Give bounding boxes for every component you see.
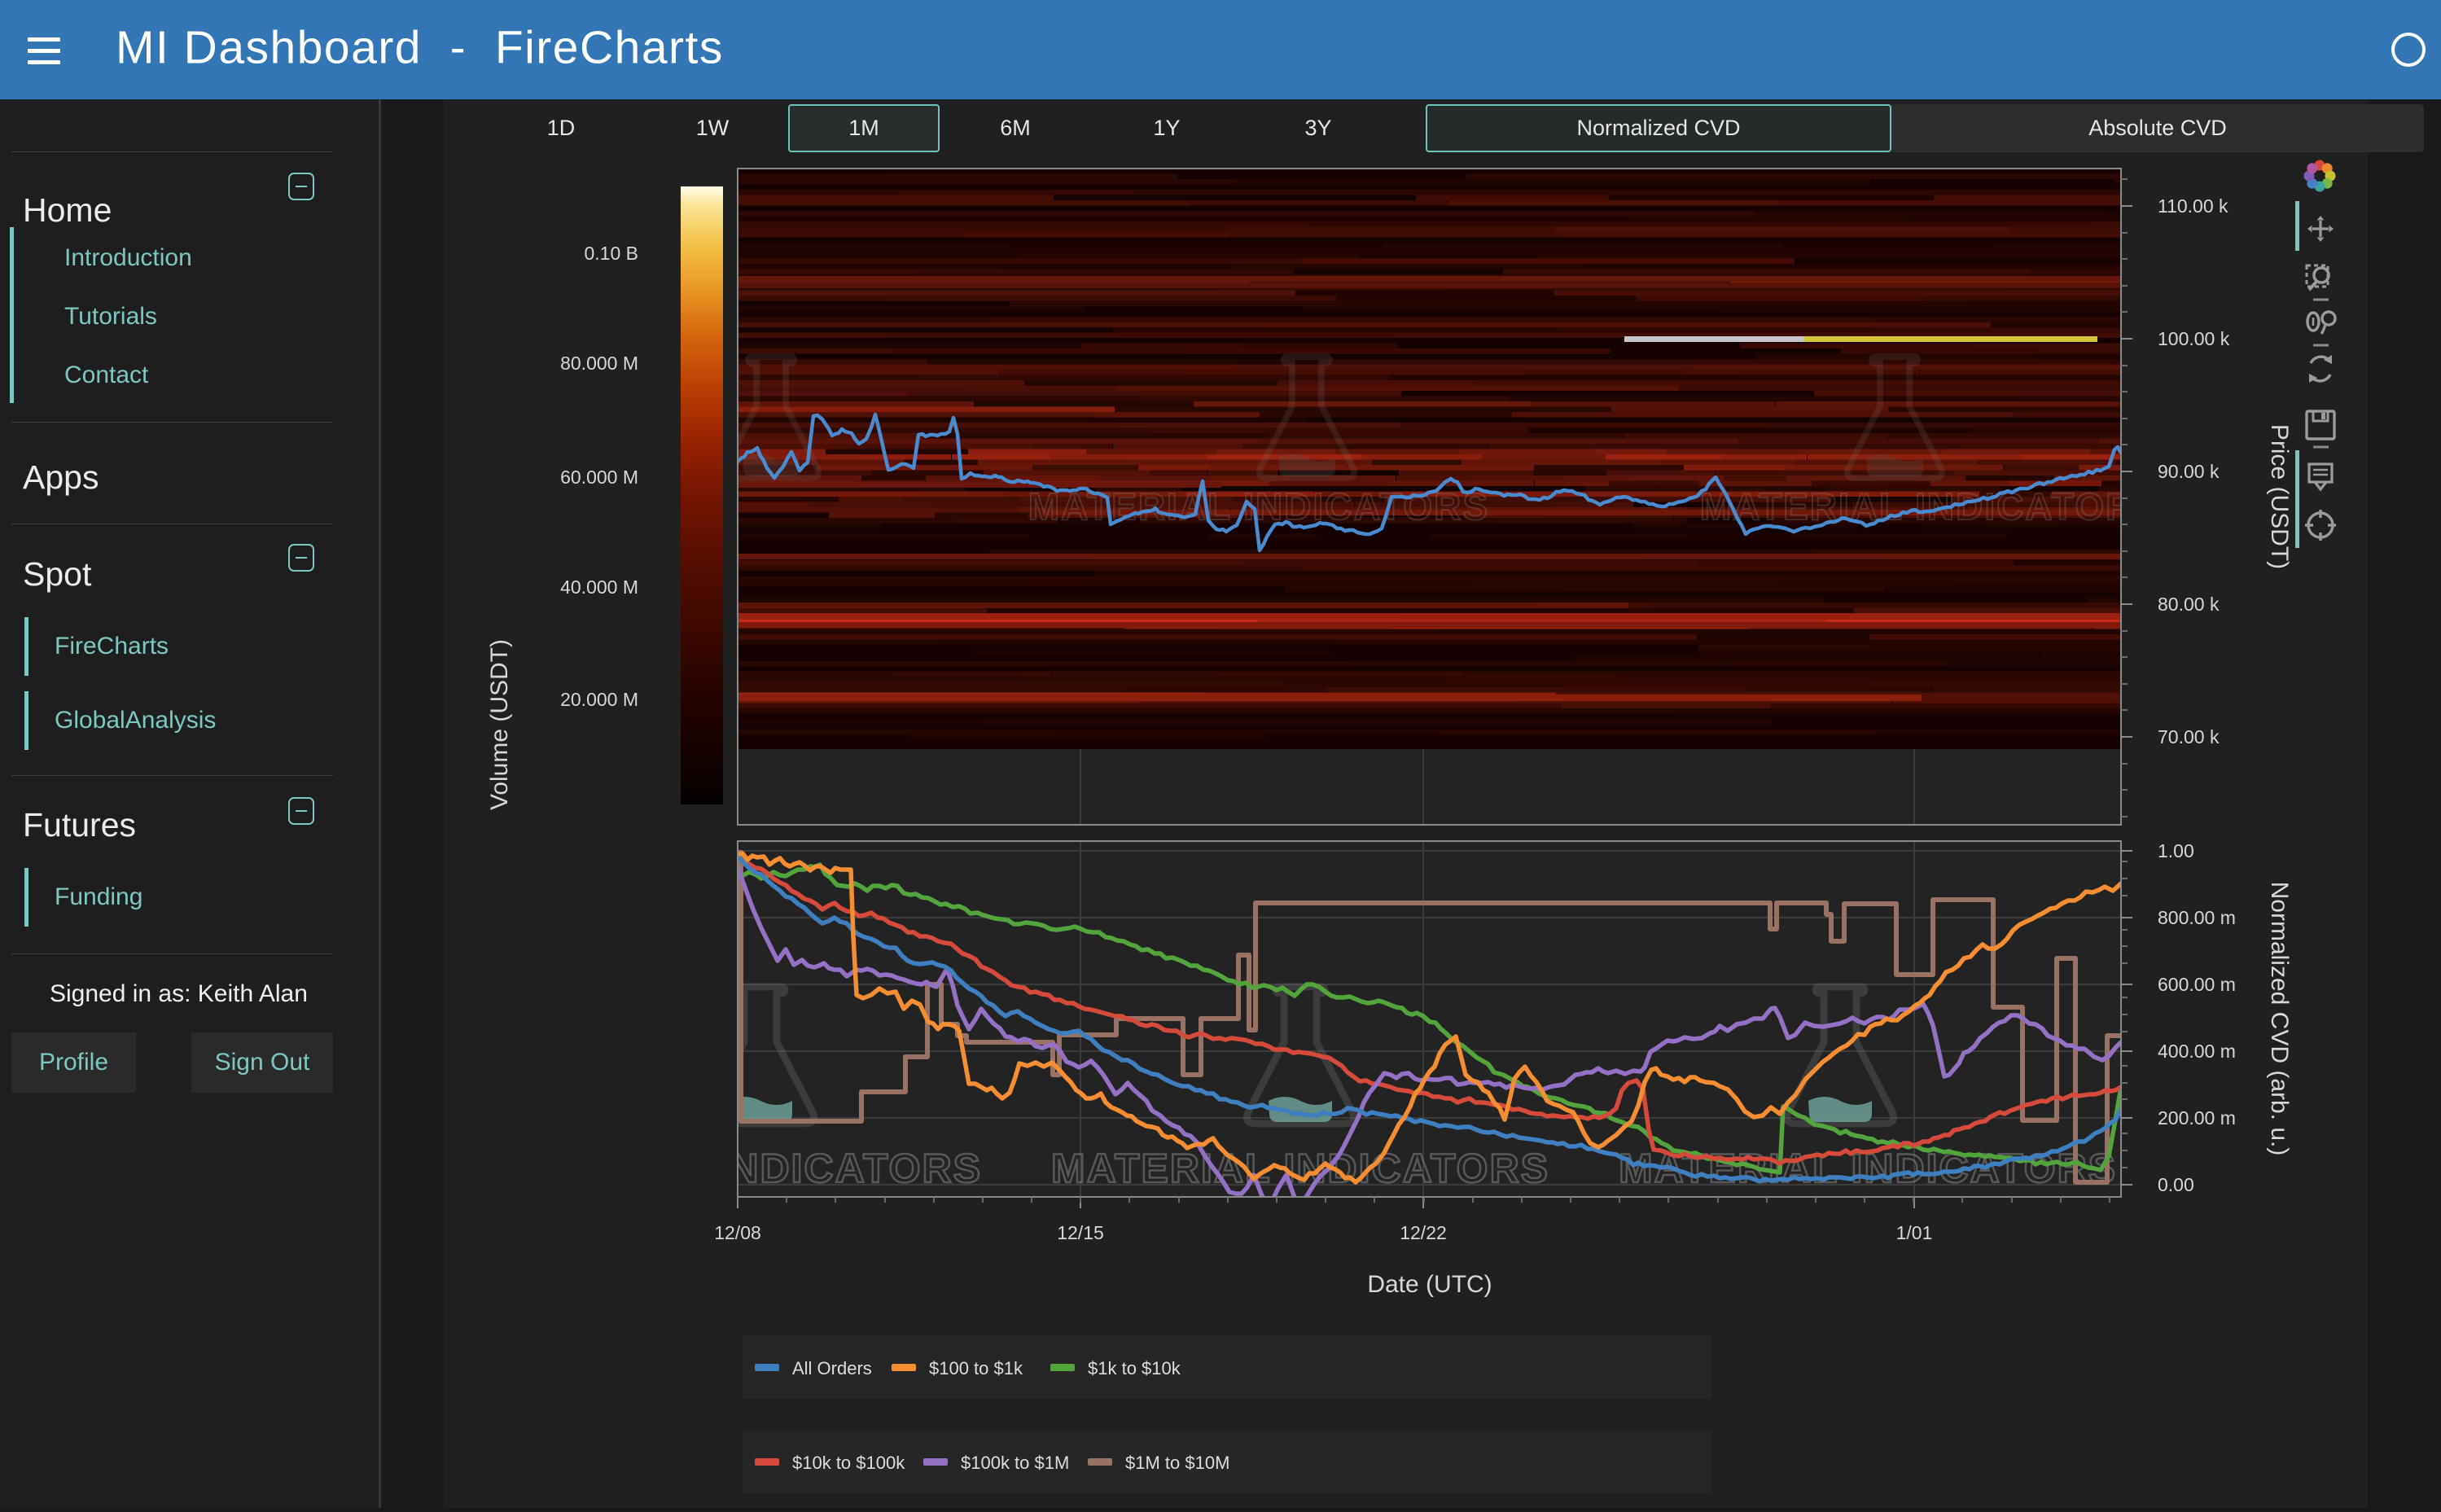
svg-text:800.00 m: 800.00 m [2158,907,2236,928]
svg-text:0.10 B: 0.10 B [585,243,639,264]
svg-text:Normalized CVD (arb. u.): Normalized CVD (arb. u.) [2266,882,2293,1156]
svg-text:40.000 M: 40.000 M [560,576,638,598]
svg-text:All Orders: All Orders [792,1358,872,1378]
svg-text:$100k to $1M: $100k to $1M [961,1453,1069,1473]
svg-text:90.00 k: 90.00 k [2158,461,2220,482]
svg-text:Date (UTC): Date (UTC) [1367,1271,1492,1298]
svg-text:600.00 m: 600.00 m [2158,974,2236,995]
svg-text:80.00 k: 80.00 k [2158,594,2220,615]
svg-text:$1M to $10M: $1M to $10M [1125,1453,1229,1473]
svg-text:70.00 k: 70.00 k [2158,726,2220,747]
svg-text:1/01: 1/01 [1896,1222,1933,1243]
svg-text:110.00 k: 110.00 k [2158,195,2228,217]
svg-text:1.00: 1.00 [2158,840,2194,861]
svg-text:12/15: 12/15 [1057,1222,1104,1243]
svg-text:$100 to $1k: $100 to $1k [929,1358,1023,1378]
svg-text:MATERIAL INDICATORS: MATERIAL INDICATORS [1700,485,2161,528]
svg-text:60.000 M: 60.000 M [560,467,638,488]
svg-text:0.00: 0.00 [2158,1174,2194,1195]
svg-text:200.00 m: 200.00 m [2158,1107,2236,1129]
svg-text:12/08: 12/08 [714,1222,761,1243]
svg-text:Price (USDT): Price (USDT) [2266,424,2293,569]
svg-text:12/22: 12/22 [1400,1222,1447,1243]
svg-text:MATERIAL INDICATORS: MATERIAL INDICATORS [1051,1146,1549,1191]
svg-text:20.000 M: 20.000 M [560,689,638,710]
svg-text:80.000 M: 80.000 M [560,353,638,374]
svg-text:Volume (USDT): Volume (USDT) [486,639,513,810]
svg-text:100.00 k: 100.00 k [2158,328,2230,349]
svg-text:400.00 m: 400.00 m [2158,1041,2236,1062]
svg-text:$10k to $100k: $10k to $100k [792,1453,905,1473]
svg-text:$1k to $10k: $1k to $10k [1088,1358,1181,1378]
